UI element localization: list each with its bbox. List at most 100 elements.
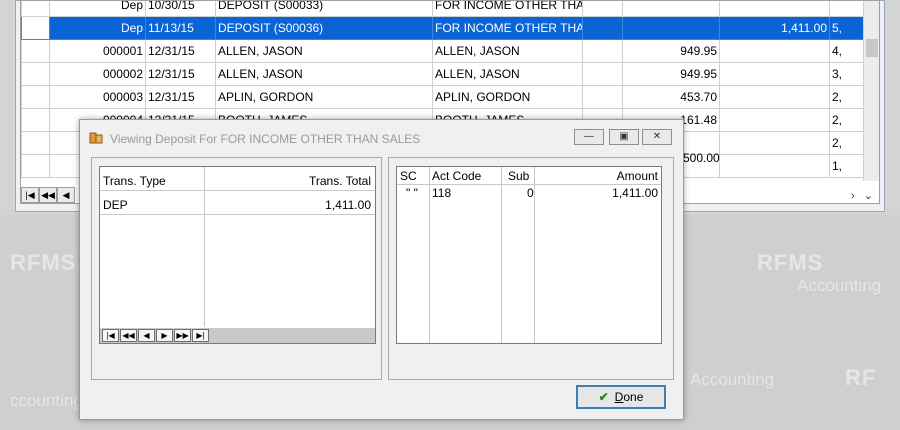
table-row[interactable]: 000002 12/31/15 ALLEN, JASON ALLEN, JASON 94… <box>21 62 879 86</box>
cell-deposit <box>719 154 830 178</box>
header-act-code[interactable]: Act Code <box>432 169 481 183</box>
header-sc[interactable]: SC <box>400 169 417 183</box>
cell-no: Dep <box>49 16 146 40</box>
cell-desc: ALLEN, JASON <box>215 39 433 63</box>
row-indicator <box>21 16 50 40</box>
cell-deposit <box>719 1 830 17</box>
prev-page-button[interactable]: ◀◀ <box>39 187 57 203</box>
cell-payee: APLIN, GORDON <box>432 85 583 109</box>
prev-page-button[interactable]: ◀◀ <box>120 329 137 342</box>
header-divider <box>100 190 375 191</box>
cell-deposit: 1,411.00 <box>719 16 830 40</box>
cell-c5 <box>582 1 623 17</box>
cell-payee: ALLEN, JASON <box>432 62 583 86</box>
minimize-button[interactable]: — <box>574 129 604 145</box>
cell-c5 <box>582 85 623 109</box>
cell-date: 12/31/15 <box>145 85 216 109</box>
row-indicator <box>21 85 50 109</box>
transactions-list[interactable]: Trans. Type Trans. Total DEP 1,411.00 |◀… <box>99 166 376 344</box>
cell-deposit <box>719 85 830 109</box>
cell-payee: FOR INCOME OTHER THAN <box>432 1 583 17</box>
row-indicator <box>21 108 50 132</box>
cell-payee: ALLEN, JASON <box>432 39 583 63</box>
grid-navigator: |◀ ◀◀ ◀ <box>21 187 75 203</box>
cell-date: 12/31/15 <box>145 39 216 63</box>
cell-no: 000003 <box>49 85 146 109</box>
cell-payee: FOR INCOME OTHER THAN <box>432 16 583 40</box>
done-label: one <box>623 390 644 404</box>
act-code-cell: 118 <box>432 186 452 200</box>
table-row[interactable]: 000001 12/31/15 ALLEN, JASON ALLEN, JASON 94… <box>21 39 879 63</box>
cell-date: 11/13/15 <box>145 16 216 40</box>
scrollbar-thumb[interactable] <box>866 39 878 57</box>
prev-record-button[interactable]: ◀ <box>57 187 75 203</box>
dialog-titlebar[interactable]: Viewing Deposit For FOR INCOME OTHER THA… <box>80 120 683 157</box>
watermark-logo: RF <box>845 365 877 390</box>
cell-deposit <box>719 39 830 63</box>
first-record-button[interactable]: |◀ <box>102 329 119 342</box>
watermark-logo: Accounting <box>690 370 775 389</box>
header-amount[interactable]: Amount <box>617 169 658 183</box>
watermark-logo: RFMS ccounting <box>10 250 83 410</box>
cell-desc: DEPOSIT (S00036) <box>215 16 433 40</box>
cell-deposit <box>719 108 830 132</box>
horizontal-scroll-arrows[interactable]: › ⌄ <box>851 189 873 202</box>
cell-date: 12/31/15 <box>145 62 216 86</box>
cell-payment <box>622 16 720 40</box>
table-row[interactable]: Dep 11/13/15 DEPOSIT (S00036) FOR INCOME OT… <box>21 16 879 40</box>
row-indicator <box>21 1 50 17</box>
header-trans-total[interactable]: Trans. Total <box>309 174 371 188</box>
row-indicator <box>21 154 50 178</box>
trans-type-cell: DEP <box>103 198 128 212</box>
list-navigator: |◀ ◀◀ ◀ ▶ ▶▶ ▶| <box>100 328 375 343</box>
cell-c5 <box>582 16 623 40</box>
last-record-button[interactable]: ▶| <box>192 329 209 342</box>
column-divider <box>501 167 502 343</box>
next-record-button[interactable]: ▶ <box>156 329 173 342</box>
table-row[interactable]: Dep 10/30/15 DEPOSIT (S00033) FOR INCOME OT… <box>21 1 879 17</box>
header-trans-type[interactable]: Trans. Type <box>103 174 166 188</box>
cell-desc: ALLEN, JASON <box>215 62 433 86</box>
watermark-logo: RFMS Accounting <box>757 250 882 295</box>
cell-payment: 949.95 <box>622 39 720 63</box>
dialog-title: Viewing Deposit For FOR INCOME OTHER THA… <box>110 132 421 146</box>
next-page-button[interactable]: ▶▶ <box>174 329 191 342</box>
sc-cell: " " <box>406 186 418 200</box>
deposit-dialog: Viewing Deposit For FOR INCOME OTHER THA… <box>79 119 684 420</box>
cell-no: Dep <box>49 1 146 17</box>
cell-payment <box>622 1 720 17</box>
done-button[interactable]: ✔ Done <box>576 385 666 409</box>
trans-total-cell: 1,411.00 <box>325 198 371 212</box>
row-divider <box>100 214 375 215</box>
restore-button[interactable]: ▣ <box>609 129 639 145</box>
table-row[interactable]: 000003 12/31/15 APLIN, GORDON APLIN, GORDON… <box>21 85 879 109</box>
cell-payment: 453.70 <box>622 85 720 109</box>
cell-no: 000001 <box>49 39 146 63</box>
cell-no: 000002 <box>49 62 146 86</box>
cell-desc: DEPOSIT (S00033) <box>215 1 433 17</box>
first-record-button[interactable]: |◀ <box>21 187 39 203</box>
cell-desc: APLIN, GORDON <box>215 85 433 109</box>
column-divider <box>534 167 535 343</box>
close-button[interactable]: ✕ <box>642 129 672 145</box>
header-sub[interactable]: Sub <box>508 169 529 183</box>
row-indicator <box>21 131 50 155</box>
money-icon <box>89 132 103 144</box>
amount-cell: 1,411.00 <box>612 186 658 200</box>
cell-c5 <box>582 62 623 86</box>
column-divider <box>429 167 430 343</box>
prev-record-button[interactable]: ◀ <box>138 329 155 342</box>
header-divider <box>397 184 661 185</box>
row-indicator <box>21 39 50 63</box>
accounts-list[interactable]: SC Act Code Sub Amount " " 118 0 1,411.0… <box>396 166 662 344</box>
transactions-panel: Trans. Type Trans. Total DEP 1,411.00 |◀… <box>91 157 382 380</box>
row-indicator <box>21 62 50 86</box>
vertical-scrollbar[interactable] <box>863 1 879 181</box>
cell-deposit <box>719 131 830 155</box>
checkmark-icon: ✔ <box>598 390 609 404</box>
cell-payment: 949.95 <box>622 62 720 86</box>
column-divider <box>204 167 205 327</box>
partial-amount: 500.00 <box>683 151 720 165</box>
cell-c5 <box>582 39 623 63</box>
cell-date: 10/30/15 <box>145 1 216 17</box>
